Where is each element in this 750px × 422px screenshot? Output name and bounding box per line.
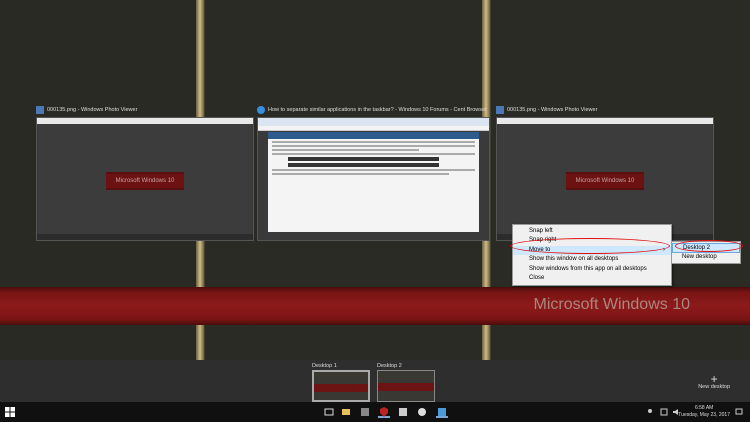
photo-content: Microsoft Windows 10 xyxy=(106,172,184,190)
shield-icon[interactable] xyxy=(378,406,390,418)
window-title: 000135.png - Windows Photo Viewer xyxy=(496,103,714,117)
window-thumbnail[interactable]: Microsoft Windows 10 xyxy=(496,117,714,241)
desktop-thumbnail[interactable] xyxy=(312,370,370,402)
photo-viewer-icon[interactable] xyxy=(436,406,448,418)
code-block xyxy=(288,163,439,167)
wallpaper-red-band: Microsoft Windows 10 xyxy=(0,287,750,325)
task-view-window-browser[interactable]: How to separate similar applications in … xyxy=(257,103,490,241)
desktop-2[interactable]: Desktop 2 xyxy=(377,362,435,402)
clock-date: Tuesday, May 23, 2017 xyxy=(678,412,730,418)
web-page xyxy=(268,132,479,232)
window-title: 000135.png - Windows Photo Viewer xyxy=(36,103,254,117)
desktop-thumbnail[interactable] xyxy=(377,370,435,402)
new-desktop-button[interactable]: + New desktop xyxy=(698,372,730,390)
annotation-circle xyxy=(510,238,670,254)
menu-item-snap-left[interactable]: Snap left xyxy=(513,227,671,236)
photo-viewer-icon xyxy=(36,106,44,114)
window-title: How to separate similar applications in … xyxy=(257,103,490,117)
network-icon[interactable] xyxy=(660,408,668,416)
browser-icon xyxy=(257,106,265,114)
app-icon[interactable] xyxy=(359,406,371,418)
taskbar: 6:58 AM Tuesday, May 23, 2017 xyxy=(0,402,750,422)
plus-icon: + xyxy=(710,372,718,386)
browser-tabbar xyxy=(258,118,489,126)
person-icon[interactable] xyxy=(646,408,654,416)
photo-area: Microsoft Windows 10 xyxy=(38,124,252,234)
action-center-icon[interactable] xyxy=(735,408,743,416)
app-icon[interactable] xyxy=(397,406,409,418)
submenu-item-new-desktop[interactable]: New desktop xyxy=(672,253,740,263)
text-line xyxy=(272,169,475,171)
thumb-band xyxy=(314,384,368,392)
task-view-window-photo-viewer-1[interactable]: 000135.png - Windows Photo Viewer Micros… xyxy=(36,103,254,241)
page-header xyxy=(268,132,479,139)
clock-time: 6:58 AM xyxy=(694,405,714,411)
task-view-icon[interactable] xyxy=(323,406,335,418)
menu-item-close[interactable]: Close xyxy=(513,274,671,283)
desktop-label: Desktop 1 xyxy=(312,363,337,369)
menu-item-show-app-all-desktops[interactable]: Show windows from this app on all deskto… xyxy=(513,265,671,274)
photo-area: Microsoft Windows 10 xyxy=(498,124,712,234)
app-icon[interactable] xyxy=(416,406,428,418)
text-line xyxy=(272,141,475,143)
system-clock[interactable]: 6:58 AM Tuesday, May 23, 2017 xyxy=(678,405,730,419)
start-icon[interactable] xyxy=(4,406,16,418)
virtual-desktops-strip: Desktop 1 Desktop 2 + New desktop xyxy=(0,360,750,402)
desktop-1[interactable]: Desktop 1 xyxy=(312,362,370,402)
window-context-menu: Snap left Snap right Move to › Show this … xyxy=(512,224,672,287)
text-line xyxy=(272,149,419,151)
window-thumbnail[interactable]: Microsoft Windows 10 xyxy=(36,117,254,241)
file-explorer-icon[interactable] xyxy=(340,406,352,418)
window-thumbnail[interactable] xyxy=(257,117,490,241)
menu-item-show-window-all-desktops[interactable]: Show this window on all desktops xyxy=(513,255,671,264)
window-bottom-bar xyxy=(37,234,253,240)
text-line xyxy=(272,153,475,155)
photo-content: Microsoft Windows 10 xyxy=(566,172,644,190)
browser-toolbar xyxy=(258,126,489,131)
task-view-window-photo-viewer-2[interactable]: 000135.png - Windows Photo Viewer Micros… xyxy=(496,103,714,241)
new-desktop-label: New desktop xyxy=(698,384,730,390)
annotation-circle xyxy=(675,240,743,252)
text-line xyxy=(272,145,475,147)
wallpaper-brand-text: Microsoft Windows 10 xyxy=(533,296,691,313)
text-line xyxy=(272,173,449,175)
desktop-label: Desktop 2 xyxy=(377,363,402,369)
photo-viewer-icon xyxy=(496,106,504,114)
code-block xyxy=(288,157,439,161)
thumb-band xyxy=(378,383,434,391)
